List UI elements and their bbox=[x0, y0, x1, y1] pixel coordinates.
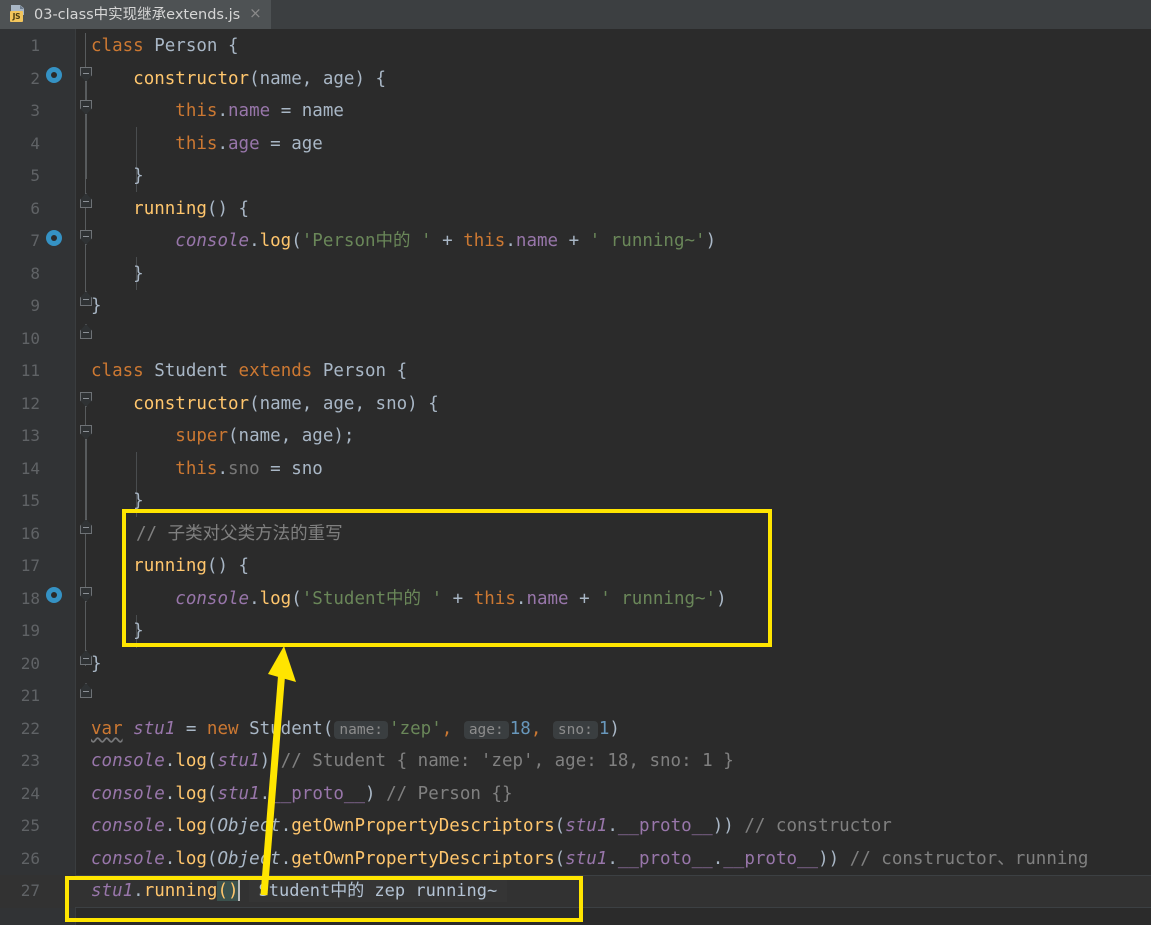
code-line[interactable]: 19 } bbox=[0, 615, 1151, 648]
code-line[interactable]: 25 console.log(Object.getOwnPropertyDesc… bbox=[0, 810, 1151, 843]
code-line[interactable]: 15 } bbox=[0, 485, 1151, 518]
line-number: 9 bbox=[30, 296, 40, 315]
line-number: 15 bbox=[20, 491, 40, 510]
line-content[interactable]: constructor(name, age) { bbox=[91, 63, 386, 96]
code-line[interactable]: 12 constructor(name, age, sno) { bbox=[0, 388, 1151, 421]
line-content[interactable]: } bbox=[91, 290, 102, 323]
code-line[interactable]: 16 // 子类对父类方法的重写 bbox=[0, 518, 1151, 551]
line-number: 1 bbox=[30, 36, 40, 55]
text-caret bbox=[237, 877, 240, 901]
param-hint-sno: sno: bbox=[552, 720, 598, 739]
line-number: 18 bbox=[20, 588, 40, 608]
code-editor[interactable]: 1 class Person { 2 constructor(name, age… bbox=[0, 29, 1151, 925]
code-line[interactable]: 5 } bbox=[0, 160, 1151, 193]
line-number: 5 bbox=[30, 166, 40, 185]
line-content[interactable]: } bbox=[91, 615, 144, 648]
code-line[interactable]: 13 super(name, age); bbox=[0, 420, 1151, 453]
line-content[interactable]: constructor(name, age, sno) { bbox=[91, 388, 439, 421]
line-content[interactable]: console.log('Student中的 ' + this.name + '… bbox=[91, 583, 726, 616]
line-number: 22 bbox=[20, 718, 40, 738]
line-number: 14 bbox=[20, 458, 40, 478]
code-line[interactable]: 4 this.age = age bbox=[0, 128, 1151, 161]
line-content[interactable]: this.age = age bbox=[91, 128, 323, 161]
code-line[interactable]: 1 class Person { bbox=[0, 30, 1151, 63]
code-line[interactable]: 6 running() { bbox=[0, 193, 1151, 226]
js-file-icon: JS bbox=[10, 5, 27, 22]
line-content[interactable]: } bbox=[91, 648, 102, 681]
code-line[interactable]: 7 console.log('Person中的 ' + this.name + … bbox=[0, 225, 1151, 258]
line-content[interactable]: this.sno = sno bbox=[91, 453, 323, 486]
line-number: 16 bbox=[20, 523, 40, 543]
code-line[interactable]: 10 bbox=[0, 323, 1151, 356]
line-content[interactable]: var stu1 = new Student(name:'zep', age: 1… bbox=[91, 713, 620, 746]
line-number: 2 bbox=[30, 68, 40, 88]
editor-tab[interactable]: JS 03-class中实现继承extends.js × bbox=[0, 0, 271, 29]
line-number: 21 bbox=[20, 686, 40, 705]
code-line[interactable]: 3 this.name = name bbox=[0, 95, 1151, 128]
line-content[interactable]: this.name = name bbox=[91, 95, 344, 128]
line-content[interactable]: console.log(Object.getOwnPropertyDescrip… bbox=[91, 810, 892, 843]
js-badge-label: JS bbox=[10, 11, 23, 22]
line-number: 26 bbox=[20, 848, 40, 868]
code-line[interactable]: 22 var stu1 = new Student(name:'zep', ag… bbox=[0, 713, 1151, 746]
line-content[interactable]: } bbox=[91, 485, 144, 518]
line-number: 20 bbox=[20, 653, 40, 673]
line-content[interactable]: running() { bbox=[91, 193, 249, 226]
code-line[interactable]: 26 console.log(Object.getOwnPropertyDesc… bbox=[0, 843, 1151, 876]
line-number: 7 bbox=[30, 231, 40, 250]
param-hint-age: age: bbox=[463, 720, 509, 739]
param-hint-name: name: bbox=[334, 720, 389, 739]
code-line[interactable]: 11 class Student extends Person { bbox=[0, 355, 1151, 388]
code-line[interactable]: 23 console.log(stu1) // Student { name: … bbox=[0, 745, 1151, 778]
line-number: 17 bbox=[20, 556, 40, 575]
line-number: 24 bbox=[20, 783, 40, 803]
line-number: 19 bbox=[20, 621, 40, 640]
line-content[interactable]: } bbox=[91, 160, 144, 193]
line-number: 12 bbox=[20, 393, 40, 413]
code-line-current[interactable]: 27 stu1.running() Student中的 zep running~ bbox=[0, 875, 1151, 908]
line-content[interactable]: console.log(stu1) // Student { name: 'ze… bbox=[91, 745, 734, 778]
code-line[interactable]: 20 } bbox=[0, 648, 1151, 681]
code-line[interactable]: 8 } bbox=[0, 258, 1151, 291]
line-number: 3 bbox=[30, 101, 40, 120]
line-number: 13 bbox=[20, 426, 40, 445]
line-number: 25 bbox=[20, 816, 40, 835]
line-number: 23 bbox=[20, 751, 40, 770]
line-content[interactable]: stu1.running() Student中的 zep running~ bbox=[91, 875, 508, 908]
inline-evaluation-result: Student中的 zep running~ bbox=[248, 880, 508, 902]
line-content[interactable]: class Student extends Person { bbox=[91, 355, 407, 388]
code-line[interactable]: 2 constructor(name, age) { bbox=[0, 63, 1151, 96]
code-line[interactable]: 14 this.sno = sno bbox=[0, 453, 1151, 486]
line-content[interactable]: } bbox=[91, 258, 144, 291]
line-content[interactable]: console.log(Object.getOwnPropertyDescrip… bbox=[91, 843, 1088, 876]
line-number: 10 bbox=[20, 328, 40, 348]
code-line[interactable]: 24 console.log(stu1.__proto__) // Person… bbox=[0, 778, 1151, 811]
editor-tab-bar: JS 03-class中实现继承extends.js × bbox=[0, 0, 1151, 30]
line-number: 11 bbox=[20, 361, 40, 380]
editor-tab-label: 03-class中实现继承extends.js bbox=[34, 7, 241, 23]
code-line[interactable]: 21 bbox=[0, 680, 1151, 713]
code-line[interactable]: 18 console.log('Student中的 ' + this.name … bbox=[0, 583, 1151, 616]
line-number: 27 bbox=[20, 881, 40, 900]
line-content[interactable]: console.log(stu1.__proto__) // Person {} bbox=[91, 778, 513, 811]
close-icon[interactable]: × bbox=[247, 6, 262, 21]
line-number: 6 bbox=[30, 198, 40, 218]
code-line[interactable]: 9 } bbox=[0, 290, 1151, 323]
line-content-comment[interactable]: // 子类对父类方法的重写 bbox=[136, 518, 343, 551]
line-content[interactable]: running() { bbox=[91, 550, 249, 583]
line-number: 8 bbox=[30, 263, 40, 283]
code-line[interactable]: 17 running() { bbox=[0, 550, 1151, 583]
line-content[interactable]: console.log('Person中的 ' + this.name + ' … bbox=[91, 225, 716, 258]
line-number: 4 bbox=[30, 133, 40, 153]
line-content[interactable]: super(name, age); bbox=[91, 420, 354, 453]
line-content[interactable]: class Person { bbox=[91, 30, 239, 63]
